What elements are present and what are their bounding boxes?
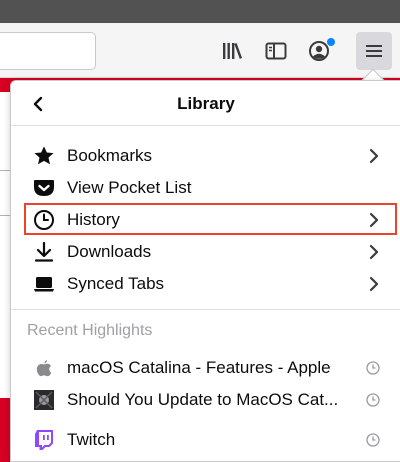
menu-item-label: View Pocket List [67, 178, 192, 197]
recent-highlight-item[interactable]: macOS Catalina - Features - Apple [11, 352, 400, 384]
library-icon[interactable] [222, 40, 244, 62]
chevron-right-icon [367, 276, 381, 292]
twitch-icon [33, 429, 55, 451]
back-button[interactable] [25, 91, 51, 117]
menu-item-pocket[interactable]: View Pocket List [11, 172, 400, 204]
chevron-right-icon [367, 244, 381, 260]
laptop-icon [33, 273, 55, 295]
recent-highlight-item[interactable]: Should You Update to MacOS Cat... [11, 384, 400, 416]
chevron-left-icon [33, 96, 43, 112]
window-titlebar [0, 0, 400, 23]
notification-dot [327, 38, 335, 46]
history-highlight-outline [24, 203, 397, 235]
hamburger-icon [366, 45, 382, 57]
menu-item-downloads[interactable]: Downloads [11, 236, 400, 268]
clock-icon [366, 433, 380, 447]
panel-header: Library [11, 81, 400, 126]
recent-highlights-heading: Recent Highlights [27, 322, 153, 339]
pocket-icon [33, 177, 55, 199]
library-panel: Library Bookmarks View Pocket List Histo… [10, 80, 400, 462]
panel-title: Library [177, 94, 235, 113]
clock-icon [366, 361, 380, 375]
site-thumbnail-icon [33, 389, 55, 411]
menu-item-label: Downloads [67, 242, 152, 261]
apple-icon [33, 357, 55, 379]
app-menu-button[interactable] [356, 32, 392, 70]
menu-item-bookmarks[interactable]: Bookmarks [11, 140, 400, 172]
recent-highlight-label: Twitch [67, 430, 116, 449]
star-icon [33, 145, 55, 167]
menu-item-label: Synced Tabs [67, 274, 165, 293]
url-bar[interactable] [0, 32, 96, 70]
recent-highlight-label: macOS Catalina - Features - Apple [67, 358, 331, 377]
panel-separator [11, 309, 400, 310]
menu-item-label: Bookmarks [67, 146, 153, 165]
menu-item-synced-tabs[interactable]: Synced Tabs [11, 268, 400, 300]
sidebar-icon[interactable] [265, 40, 287, 62]
recent-highlight-label: Should You Update to MacOS Cat... [67, 390, 339, 409]
clock-icon [366, 393, 380, 407]
download-icon [33, 241, 55, 263]
recent-highlight-item[interactable]: Twitch [11, 424, 400, 456]
chevron-right-icon [367, 148, 381, 164]
